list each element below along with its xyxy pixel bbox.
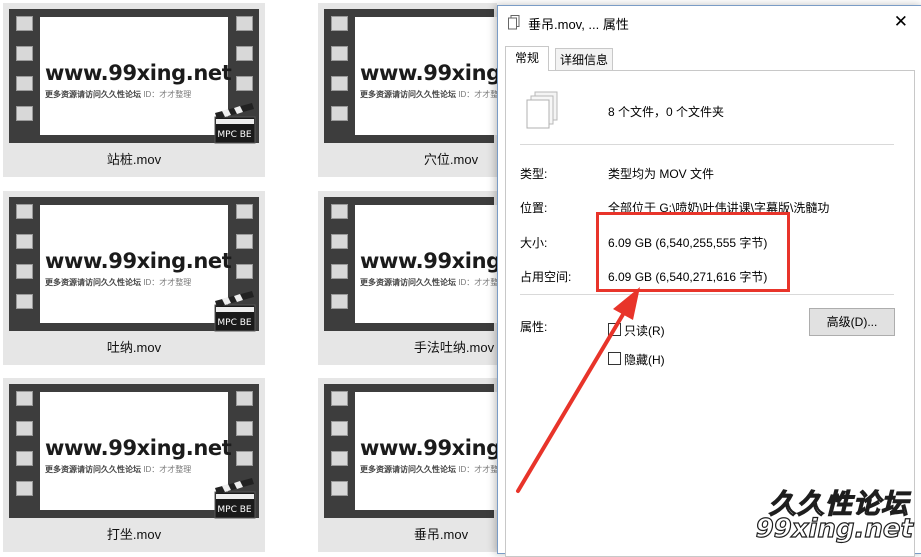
hidden-label[interactable]: 隐藏(H) xyxy=(624,351,665,368)
thumbnail-screen: www.99xing.net 更多资源请访问久久性论坛 ID：才才整理 xyxy=(355,392,505,510)
film-strip-frame: www.99xing.net 更多资源请访问久久性论坛 ID：才才整理 xyxy=(324,9,505,143)
film-hole xyxy=(16,46,33,61)
file-count: 8 个文件，0 个文件夹 xyxy=(608,105,725,119)
mpc-be-icon: MPC BE xyxy=(214,103,256,144)
film-hole xyxy=(236,451,253,466)
watermark-subtitle: 更多资源请访问久久性论坛 ID：才才整理 xyxy=(45,465,192,474)
close-icon[interactable]: ✕ xyxy=(894,12,908,32)
film-hole xyxy=(16,294,33,309)
film-hole xyxy=(16,451,33,466)
film-hole xyxy=(331,421,348,436)
film-hole xyxy=(331,16,348,31)
file-name: 打坐.mov xyxy=(106,527,162,542)
separator xyxy=(520,294,894,295)
film-hole xyxy=(16,204,33,219)
watermark-url: www.99xing.net xyxy=(45,249,232,273)
watermark-subtitle: 更多资源请访问久久性论坛 ID：才才整理 xyxy=(45,278,192,287)
watermark-url: www.99xing.net xyxy=(360,436,505,460)
film-hole xyxy=(331,391,348,406)
type-value: 类型均为 MOV 文件 xyxy=(608,167,715,181)
film-hole xyxy=(236,391,253,406)
watermark-url: www.99xing.net xyxy=(45,61,232,85)
svg-text:MPC BE: MPC BE xyxy=(217,505,252,515)
thumbnail-tile[interactable]: www.99xing.net 更多资源请访问久久性论坛 ID：才才整理 穴位.m… xyxy=(318,3,505,177)
readonly-label[interactable]: 只读(R) xyxy=(624,322,665,339)
watermark-url: www.99xing.net xyxy=(45,436,232,460)
thumbnail-screen: www.99xing.net 更多资源请访问久久性论坛 ID：才才整理 xyxy=(355,17,505,135)
film-hole xyxy=(331,481,348,496)
film-hole xyxy=(16,391,33,406)
thumbnail-screen: www.99xing.net 更多资源请访问久久性论坛 ID：才才整理 xyxy=(355,205,505,323)
film-hole xyxy=(236,421,253,436)
thumbnail-tile[interactable]: www.99xing.net 更多资源请访问久久性论坛 ID：才才整理 MPC … xyxy=(3,378,265,552)
film-hole xyxy=(236,204,253,219)
thumbnail-screen: www.99xing.net 更多资源请访问久久性论坛 ID：才才整理 xyxy=(40,17,232,135)
thumbnail-tile[interactable]: www.99xing.net 更多资源请访问久久性论坛 ID：才才整理 MPC … xyxy=(3,3,265,177)
advanced-button[interactable]: 高级(D)... xyxy=(809,308,895,336)
film-hole xyxy=(331,234,348,249)
tab-general[interactable]: 常规 xyxy=(505,46,549,71)
thumbnail-screen: www.99xing.net 更多资源请访问久久性论坛 ID：才才整理 xyxy=(40,392,232,510)
file-name: 吐纳.mov xyxy=(106,340,162,355)
film-hole xyxy=(331,451,348,466)
film-hole xyxy=(16,421,33,436)
type-label: 类型: xyxy=(520,167,548,181)
tab-details[interactable]: 详细信息 xyxy=(555,48,613,71)
attributes-label: 属性: xyxy=(520,320,548,334)
film-hole xyxy=(16,481,33,496)
film-hole xyxy=(16,106,33,121)
watermark-subtitle: 更多资源请访问久久性论坛 ID：才才整理 xyxy=(360,90,505,99)
svg-text:MPC BE: MPC BE xyxy=(217,318,252,328)
film-hole xyxy=(331,76,348,91)
film-hole xyxy=(236,16,253,31)
dialog-titlebar[interactable]: 垂吊.mov, ... 属性 ✕ xyxy=(498,6,921,38)
file-name: 站桩.mov xyxy=(106,152,162,167)
svg-text:MPC BE: MPC BE xyxy=(217,130,252,140)
film-hole xyxy=(236,76,253,91)
film-hole xyxy=(236,46,253,61)
disk-size-label: 占用空间: xyxy=(520,270,572,284)
mpc-be-icon: MPC BE xyxy=(214,478,256,519)
watermark-subtitle: 更多资源请访问久久性论坛 ID：才才整理 xyxy=(45,90,192,99)
thumbnail-screen: www.99xing.net 更多资源请访问久久性论坛 ID：才才整理 xyxy=(40,205,232,323)
watermark-url: www.99xing.net xyxy=(360,249,505,273)
watermark-url: www.99xing.net xyxy=(360,61,505,85)
location-label: 位置: xyxy=(520,201,548,215)
film-hole xyxy=(16,264,33,279)
hidden-checkbox[interactable] xyxy=(608,352,621,365)
film-hole xyxy=(331,294,348,309)
film-hole xyxy=(236,264,253,279)
film-hole xyxy=(331,264,348,279)
highlight-box xyxy=(596,212,790,292)
thumbnail-tile[interactable]: www.99xing.net 更多资源请访问久久性论坛 ID：才才整理 手法吐纳… xyxy=(318,191,505,365)
film-hole xyxy=(331,106,348,121)
files-icon xyxy=(508,15,520,30)
mpc-be-icon: MPC BE xyxy=(214,291,256,332)
separator xyxy=(520,144,894,145)
film-hole xyxy=(331,204,348,219)
site-logo: 久久性论坛 99xing.net xyxy=(755,488,914,544)
film-hole xyxy=(16,234,33,249)
film-hole xyxy=(16,16,33,31)
dialog-title: 垂吊.mov, ... 属性 xyxy=(528,17,629,32)
film-hole xyxy=(236,234,253,249)
film-hole xyxy=(16,76,33,91)
film-strip-frame: www.99xing.net 更多资源请访问久久性论坛 ID：才才整理 xyxy=(324,197,505,331)
film-hole xyxy=(331,46,348,61)
thumbnail-tile[interactable]: www.99xing.net 更多资源请访问久久性论坛 ID：才才整理 MPC … xyxy=(3,191,265,365)
film-strip-frame: www.99xing.net 更多资源请访问久久性论坛 ID：才才整理 xyxy=(324,384,505,518)
readonly-checkbox[interactable] xyxy=(608,323,621,336)
thumbnail-tile[interactable]: www.99xing.net 更多资源请访问久久性论坛 ID：才才整理 垂吊.m… xyxy=(318,378,505,552)
multiple-files-icon xyxy=(526,91,558,129)
watermark-subtitle: 更多资源请访问久久性论坛 ID：才才整理 xyxy=(360,465,505,474)
size-label: 大小: xyxy=(520,236,548,250)
watermark-subtitle: 更多资源请访问久久性论坛 ID：才才整理 xyxy=(360,278,505,287)
